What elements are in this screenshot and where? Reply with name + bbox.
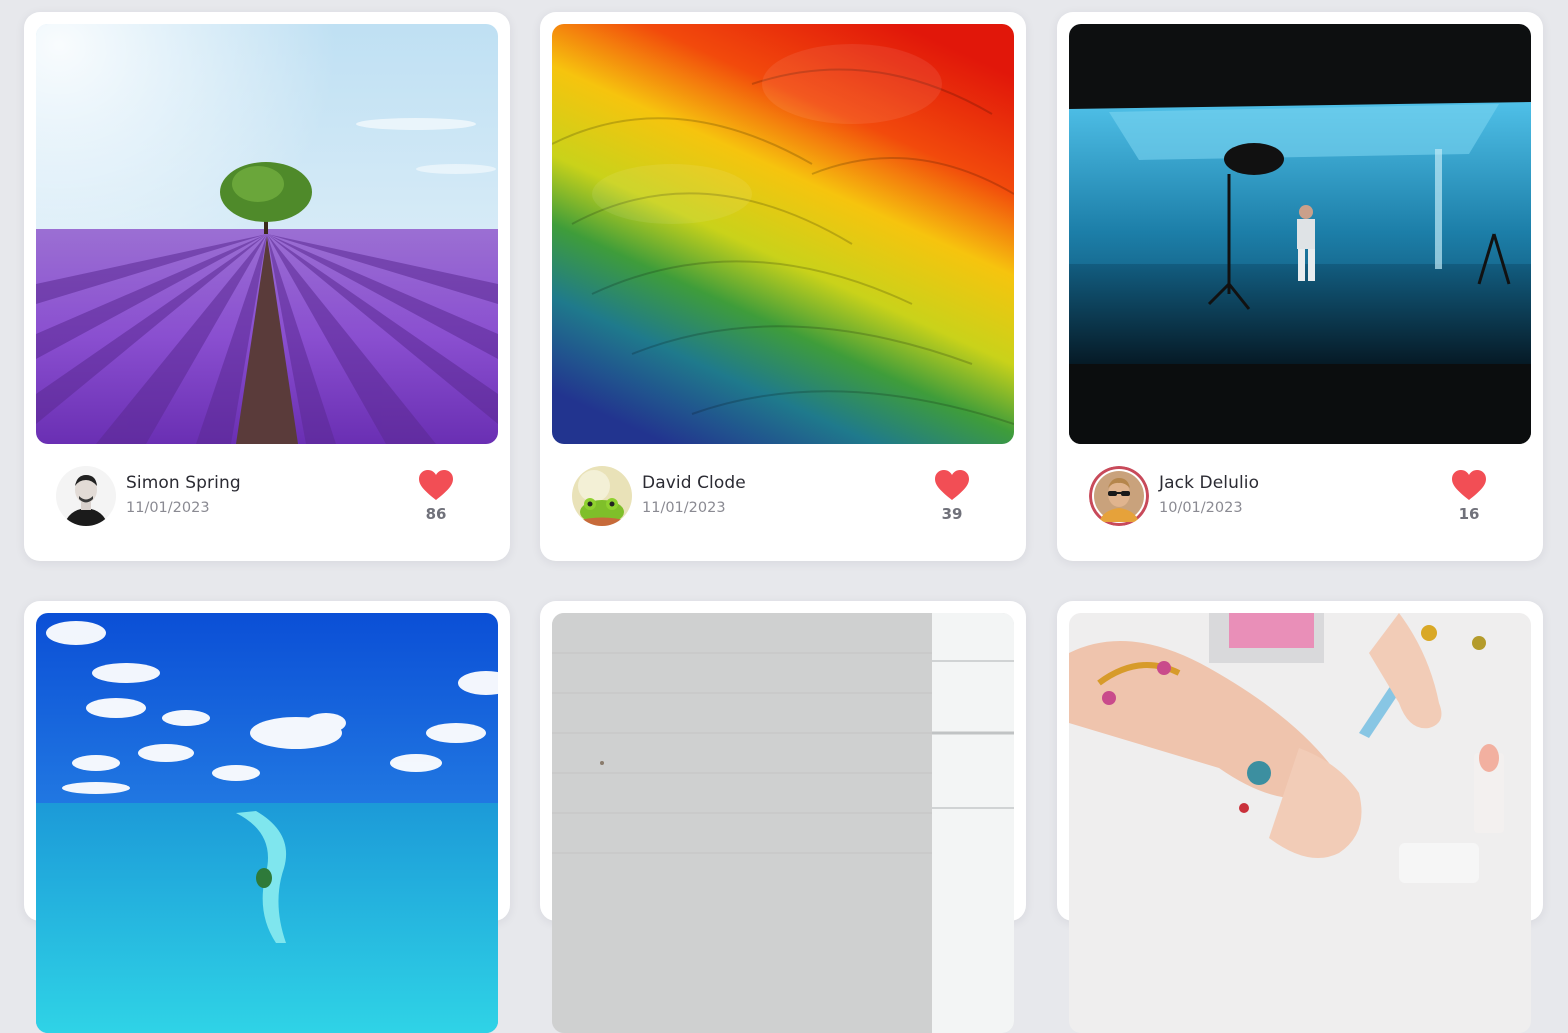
heart-icon[interactable] (418, 469, 454, 501)
post-card[interactable]: Simon Spring 11/01/2023 86 (24, 12, 510, 561)
like-count: 16 (1458, 505, 1480, 523)
like-count: 86 (425, 505, 447, 523)
avatar[interactable] (1089, 466, 1149, 526)
post-date: 11/01/2023 (126, 500, 210, 516)
post-photo-blue-studio[interactable] (1069, 24, 1531, 444)
post-meta: David Clode 11/01/2023 39 (552, 444, 1014, 549)
heart-icon[interactable] (1451, 469, 1487, 501)
post-photo-ocean-island[interactable] (36, 613, 498, 1033)
like-button[interactable]: 39 (932, 469, 972, 523)
avatar[interactable] (56, 466, 116, 526)
post-card[interactable] (540, 601, 1026, 1033)
post-date: 11/01/2023 (642, 500, 726, 516)
post-photo-lavender-field[interactable] (36, 24, 498, 444)
post-meta: Simon Spring 11/01/2023 86 (36, 444, 498, 549)
post-date: 10/01/2023 (1159, 500, 1243, 516)
post-card[interactable]: Jack Delulio 10/01/2023 16 (1057, 12, 1543, 561)
post-photo-white-brick-wall[interactable] (552, 613, 1014, 1033)
post-meta: Jack Delulio 10/01/2023 16 (1069, 444, 1531, 549)
like-count: 39 (941, 505, 963, 523)
like-button[interactable]: 86 (416, 469, 456, 523)
heart-icon[interactable] (934, 469, 970, 501)
like-button[interactable]: 16 (1449, 469, 1489, 523)
post-photo-manicure-jewelry[interactable] (1069, 613, 1531, 1033)
author-name[interactable]: Jack Delulio (1159, 473, 1259, 493)
post-card[interactable]: David Clode 11/01/2023 39 (540, 12, 1026, 561)
author-name[interactable]: Simon Spring (126, 473, 241, 493)
author-name[interactable]: David Clode (642, 473, 746, 493)
post-card[interactable] (1057, 601, 1543, 1033)
post-card[interactable] (24, 601, 510, 1033)
post-photo-parrot-feathers[interactable] (552, 24, 1014, 444)
avatar[interactable] (572, 466, 632, 526)
